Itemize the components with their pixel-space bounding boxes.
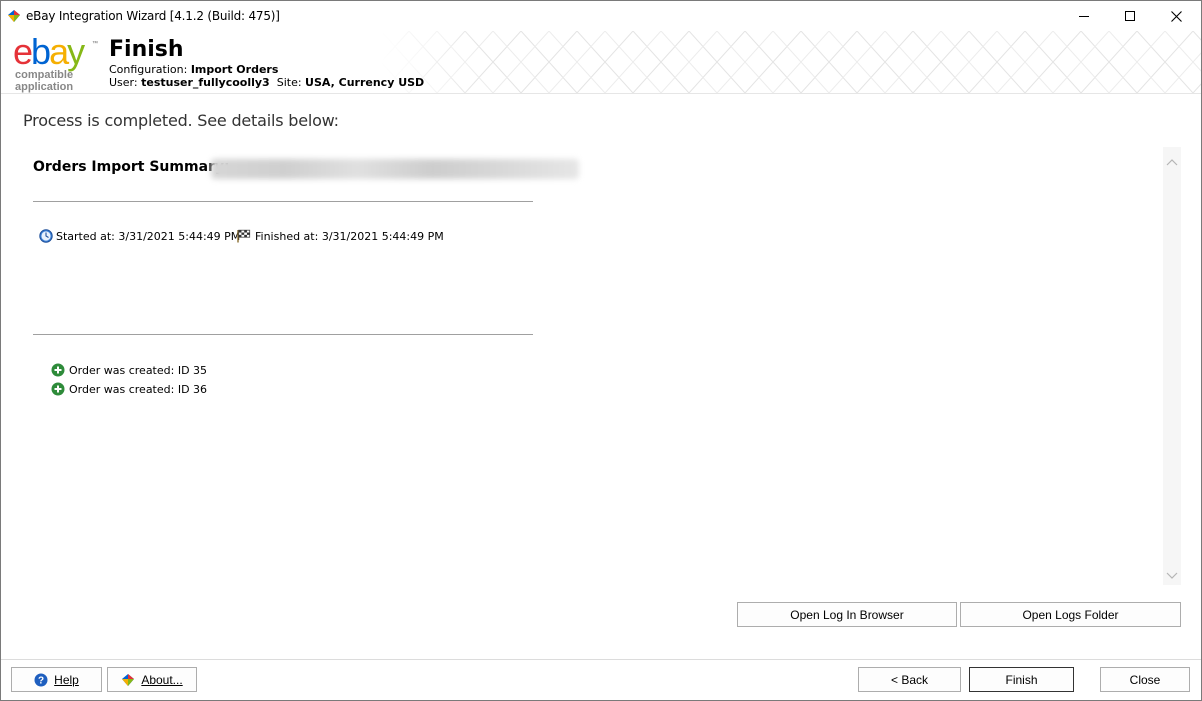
open-log-in-browser-button[interactable]: Open Log In Browser (737, 602, 957, 627)
app-icon (8, 10, 20, 22)
maximize-button[interactable] (1107, 1, 1153, 31)
minimize-icon (1079, 15, 1089, 17)
clock-icon (39, 229, 53, 243)
report-scrollbar[interactable] (1163, 147, 1181, 585)
maximize-icon (1125, 11, 1135, 21)
about-button[interactable]: About... (107, 667, 197, 692)
help-button[interactable]: ? Help (11, 667, 102, 692)
status-message: Process is completed. See details below: (23, 111, 339, 130)
import-report: Orders Import Summary: Started at: 3/31/… (23, 143, 1183, 581)
plus-circle-icon (51, 363, 65, 377)
list-item: Order was created: ID 36 (51, 382, 207, 396)
finish-flag-icon (237, 229, 251, 243)
minimize-button[interactable] (1061, 1, 1107, 31)
configuration-value: Import Orders (190, 63, 279, 76)
chevron-down-icon[interactable] (1166, 569, 1178, 581)
footer-divider (1, 659, 1201, 660)
wizard-window: eBay Integration Wizard [4.1.2 (Build: 4… (0, 0, 1202, 701)
page-title: Finish (109, 37, 184, 62)
report-divider (33, 201, 533, 202)
open-logs-folder-button[interactable]: Open Logs Folder (960, 602, 1181, 627)
started-at: Started at: 3/31/2021 5:44:49 PM (39, 229, 240, 243)
summary-title: Orders Import Summary: (33, 159, 230, 175)
chevron-up-icon[interactable] (1166, 157, 1178, 169)
wizard-header: ebay ™ compatible application Finish Con… (1, 31, 1201, 93)
close-window-button[interactable] (1153, 1, 1199, 31)
svg-text:?: ? (38, 675, 44, 686)
report-divider (33, 334, 533, 335)
back-button[interactable]: < Back (858, 667, 961, 692)
ebay-wordmark: ebay (13, 31, 85, 72)
plus-circle-icon (51, 382, 65, 396)
help-icon: ? (34, 673, 48, 686)
user-value: testuser_fullycoolly3 (141, 76, 270, 89)
header-pattern (381, 31, 1201, 93)
close-button[interactable]: Close (1100, 667, 1190, 692)
header-divider (1, 93, 1201, 94)
redacted-text (211, 159, 579, 179)
title-bar: eBay Integration Wizard [4.1.2 (Build: 4… (1, 1, 1201, 31)
finished-at: Finished at: 3/31/2021 5:44:49 PM (236, 229, 444, 243)
window-title: eBay Integration Wizard [4.1.2 (Build: 4… (26, 9, 280, 23)
finish-button[interactable]: Finish (969, 667, 1074, 692)
app-icon (122, 673, 135, 686)
user-site-line: User: testuser_fullycoolly3 Site: USA, C… (109, 76, 425, 89)
configuration-line: Configuration: Import Orders (109, 63, 279, 76)
logo-tagline: compatible application (15, 69, 74, 93)
ebay-compatible-logo: ebay ™ compatible application (13, 31, 103, 94)
site-value: USA, Currency USD (305, 76, 425, 89)
close-icon (1170, 10, 1182, 22)
list-item: Order was created: ID 35 (51, 363, 207, 377)
